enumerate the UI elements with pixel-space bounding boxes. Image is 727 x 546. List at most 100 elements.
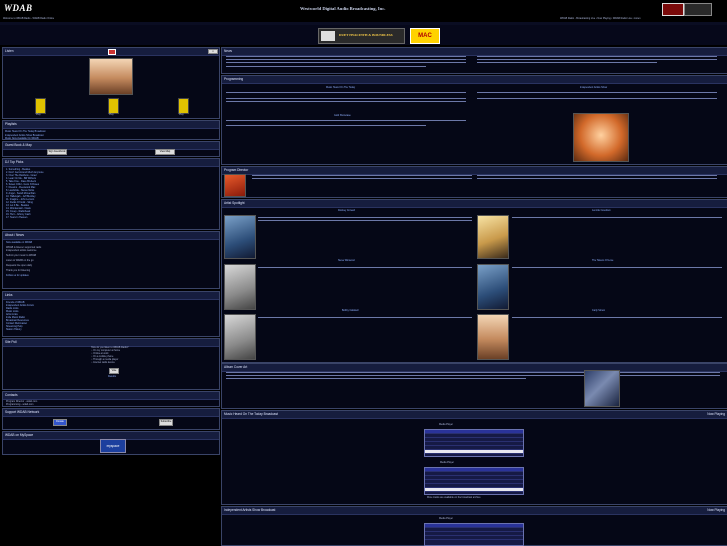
poll-results-link[interactable]: Results [108,375,116,378]
support-header: Support WDAB Network [3,409,219,417]
about-item: Requests line open daily [6,264,33,267]
programming-text-line [477,92,717,93]
subscribe-button[interactable]: Subscribe [159,419,173,426]
play-pill-3[interactable] [178,98,189,114]
about-item: Thank you for listening [6,269,31,272]
top-pick-item[interactable]: 17. Tears In Heaven [6,216,216,219]
contacts-header: Contacts [3,392,219,400]
artist-photo [224,264,256,310]
artists-header: Artist Spotlight [222,200,727,208]
today-panel: Music Heard On The Today Broadcast Now Pl… [221,410,727,505]
play-pill-1-label: Play [36,113,41,116]
player-controls[interactable] [425,450,523,454]
play-pill-1[interactable] [35,98,46,114]
guestbook-header: Guest Book & Map [3,142,219,150]
artist-name[interactable]: Steve Winwood [338,259,355,262]
about-item[interactable]: Now available on WDAB [6,241,216,244]
album-text-line [226,372,720,373]
myspace-badge[interactable]: myspace [100,439,126,453]
listen-close-button[interactable]: x [208,49,218,54]
artist-photo [224,314,256,360]
banner-ad-title: DUET HYACINTH & BOUNDLESS [339,33,393,37]
poll-vote-button[interactable]: Vote [109,368,119,374]
today-header: Music Heard On The Today Broadcast Now Pl… [222,411,727,419]
indie-player[interactable] [424,523,524,546]
director-text-line [252,178,472,179]
support-panel: Support WDAB Network Donate Subscribe [2,408,220,430]
programming-text-line [226,120,466,121]
top-badge-secondary[interactable] [684,3,712,16]
about-item[interactable]: Follow us for updates [6,274,216,277]
site-title: Westworld Digital Audio Broadcasting, In… [300,6,386,11]
programming-photo [573,113,629,162]
programming-sub-left2[interactable]: Gold Showcase [334,114,351,117]
guestbook-panel: Guest Book & Map Sign Guestbook View Map [2,141,220,157]
poll-option[interactable]: ○ Internet radio device [91,361,115,364]
indie-panel: Independent Artists Show Broadcast Now Pl… [221,506,727,546]
top-picks-panel: DJ Top Picks 1. Something - Beatles 2. D… [2,158,220,230]
left-status: Welcome to WDAB Radio - WDAB Radio Onlin… [3,17,55,20]
programming-header: Programming [222,76,727,84]
today-player-title-2: Media Player [440,461,454,464]
news-text-line [226,56,466,57]
artist-text-line [512,267,722,268]
director-header: Program Director [222,167,727,175]
donate-button[interactable]: Donate [53,419,67,426]
director-text-line [477,175,717,176]
today-now-playing: Now Playing [707,412,725,416]
artist-name[interactable]: The Tokens Of Love [592,259,613,262]
poll-panel: Site Poll How do you listen to WDAB Radi… [2,338,220,390]
programming-text-line [226,98,466,99]
listen-photo [89,58,133,95]
programming-sub-left[interactable]: Music Heard On The Today [326,86,355,89]
today-player-title: Media Player [439,423,453,426]
playlist-item[interactable]: Music Now Available On WDAB [3,137,219,140]
artist-name[interactable]: Bobby Caldwell [342,309,358,312]
about-panel: About / News Now available on WDAB WDAB … [2,231,220,289]
play-pill-2[interactable] [108,98,119,114]
director-text-line [252,175,472,176]
playlists-panel: Playlists Music Heard On The Today Broad… [2,120,220,140]
right-status: WDAB Radio - Broadcasting Live • Now Pla… [560,17,641,20]
news-text-line [226,59,466,60]
view-map-button[interactable]: View Map [155,149,175,155]
today-player-more: More tracks are available on the broadca… [427,496,481,499]
top-badge[interactable] [662,3,684,16]
artist-name[interactable]: Rodney Crowell [338,209,355,212]
listen-panel: Listen x Play Play Play [2,47,220,119]
programming-text-line [226,92,466,93]
programming-text-line [226,125,426,126]
today-player[interactable] [424,429,524,457]
artist-text-line [512,217,722,218]
banner-ad[interactable]: DUET HYACINTH & BOUNDLESS [318,28,405,44]
artist-photo [224,215,256,259]
sign-guestbook-button[interactable]: Sign Guestbook [47,149,67,155]
indie-player-title: Media Player [439,517,453,520]
site-logo[interactable]: WDAB [4,3,33,13]
director-photo [224,174,246,197]
player-row[interactable] [425,536,523,540]
about-header: About / News [3,232,219,240]
album-cover[interactable] [584,370,620,407]
player-controls[interactable] [425,488,523,492]
myspace-panel: WDAB on MySpace myspace [2,431,220,455]
artist-name[interactable]: Jennifer Goodwin [592,209,611,212]
programming-sub-right[interactable]: Independent Artists Show [580,86,607,89]
news-text-line [477,62,657,63]
news-text-line [477,56,717,57]
indie-header: Independent Artists Show Broadcast Now Pl… [222,507,727,515]
artist-text-line [258,217,472,218]
programming-text-line [477,98,717,99]
news-text-line [226,62,466,63]
today-player-2[interactable] [424,467,524,495]
artist-text-line [258,267,472,268]
contact-item[interactable]: Programming - wdab.com [3,403,219,406]
artist-text-line [258,220,472,221]
artists-panel: Artist Spotlight Rodney Crowell Jennifer… [221,199,727,363]
about-item: Listen to WDAB on the go [6,259,34,262]
banner-badge[interactable]: MAC [410,28,440,44]
link-item[interactable]: Station History [6,328,216,331]
links-panel: Links Friends of WDAB Independent Artist… [2,291,220,337]
news-text-line [226,66,426,67]
artist-name[interactable]: Carly Simon [592,309,605,312]
